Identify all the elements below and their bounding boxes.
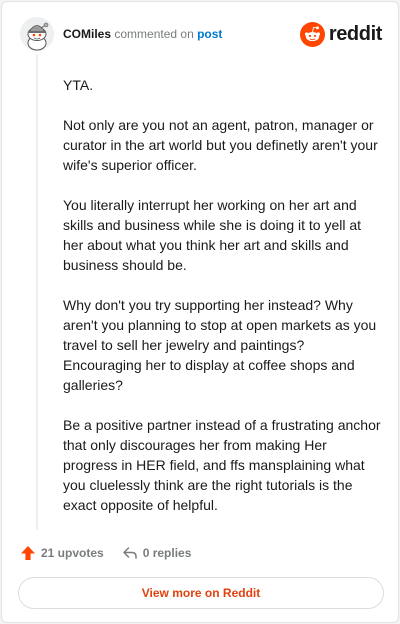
reply-arrow-icon: [122, 547, 137, 559]
upvote-arrow-icon: [21, 546, 35, 560]
view-more-on-reddit-button[interactable]: View more on Reddit: [18, 577, 384, 609]
comment-paragraph: You literally interrupt her working on h…: [63, 197, 362, 273]
replies-button[interactable]: 0 replies: [122, 545, 192, 561]
author-username[interactable]: COMiles: [63, 27, 111, 41]
comment-paragraph: Why don't you try supporting her instead…: [63, 297, 377, 393]
comment-body: YTA. Not only are you not an agent, patr…: [63, 75, 381, 535]
comment-embed-card: COMiles commented on post reddit YTA. No…: [1, 1, 399, 623]
comment-paragraph: Be a positive partner instead of a frust…: [63, 417, 381, 513]
upvote-button[interactable]: 21 upvotes: [20, 545, 104, 561]
reply-count: 0 replies: [142, 546, 192, 560]
reddit-brand[interactable]: reddit: [299, 21, 383, 47]
comment-header: COMiles commented on post reddit: [20, 16, 382, 54]
post-link[interactable]: post: [197, 27, 222, 41]
comment-actions: 21 upvotes 0 replies: [20, 542, 191, 564]
comment-paragraph: Not only are you not an agent, patron, m…: [63, 117, 378, 173]
reddit-wordmark: reddit: [328, 23, 383, 45]
reddit-logo-icon: [299, 21, 325, 47]
comment-meta: COMiles commented on post: [63, 27, 222, 41]
upvote-count: 21 upvotes: [41, 546, 104, 560]
meta-action-text: commented on: [114, 27, 194, 41]
thread-line: [36, 54, 38, 530]
comment-paragraph: YTA.: [63, 77, 94, 93]
snoo-avatar-icon[interactable]: [20, 17, 54, 51]
